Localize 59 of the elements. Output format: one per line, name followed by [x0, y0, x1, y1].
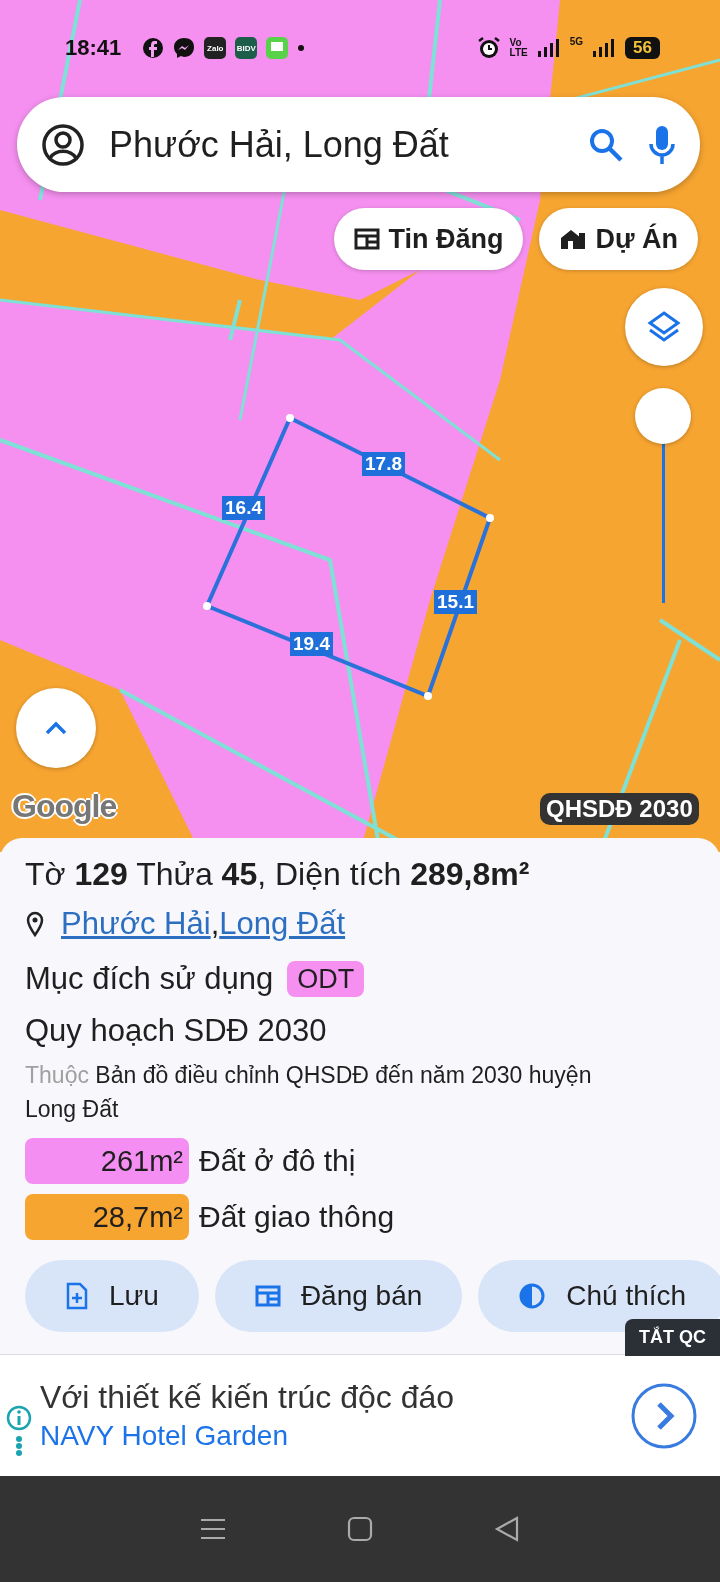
comma-separator: , — [210, 905, 220, 943]
more-icon[interactable] — [15, 1434, 23, 1457]
signal-icon — [536, 37, 561, 59]
zalo-app-icon: Zalo — [204, 37, 227, 59]
filter-chip[interactable]: Dự Án — [539, 208, 698, 270]
area-swatch: 28,7m² — [25, 1194, 189, 1240]
home-icon[interactable] — [347, 1516, 373, 1542]
network-label: 5G — [569, 36, 584, 47]
edge-length-label: 19.4 — [290, 632, 333, 656]
add-file-icon — [65, 1282, 89, 1310]
info-icon[interactable] — [6, 1404, 32, 1431]
microphone-icon[interactable] — [648, 123, 676, 166]
search-field[interactable]: Phước Hải, Long Đất — [109, 123, 564, 166]
bank-app-icon: BIDV — [235, 37, 258, 59]
advertiser-name[interactable]: NAVY Hotel Garden — [40, 1420, 622, 1452]
location-link[interactable]: Long Đất — [219, 896, 346, 952]
alarm-icon — [476, 36, 501, 60]
facebook-icon — [142, 37, 165, 59]
back-icon[interactable] — [493, 1516, 520, 1542]
opacity-slider[interactable] — [635, 388, 691, 603]
filter-chip[interactable]: Tin Đăng — [334, 208, 524, 270]
land-use-label: Đất ở đô thị — [199, 1144, 356, 1178]
search-icon[interactable] — [588, 126, 624, 163]
location-pin-icon — [25, 911, 45, 937]
notification-dot-icon — [297, 44, 306, 52]
land-use-code: ODT — [287, 961, 365, 997]
battery-level: 56 — [625, 37, 660, 59]
account-icon[interactable] — [41, 122, 85, 167]
layer-label: QHSDĐ 2030 — [540, 793, 699, 825]
edge-length-label: 15.1 — [434, 590, 477, 614]
volte-label: Vo — [509, 38, 523, 48]
ad-headline: Với thiết kế kiến trúc độc đáo — [40, 1379, 456, 1416]
source-note: Thuộc Bản đồ điều chỉnh QHSDĐ đến năm 2030 huyện Long Đất — [25, 1061, 593, 1124]
table-icon — [354, 227, 381, 251]
purpose-label: Mục đích sử dụng — [25, 960, 274, 998]
action-button[interactable]: Đăng bán — [214, 1260, 463, 1332]
location-link[interactable]: Phước Hải — [61, 896, 211, 952]
clock-time: 18:41 — [65, 35, 122, 61]
messenger-icon — [173, 37, 196, 59]
parcel-title: Tờ 129 Thửa 45, Diện tích 289,8m² — [25, 855, 531, 894]
signal-icon — [592, 37, 617, 59]
close-ad-button[interactable]: TẮT QC — [625, 1319, 720, 1356]
edge-length-label: 17.8 — [362, 452, 405, 476]
lte-label: LTE — [509, 48, 528, 58]
chat-app-icon — [266, 37, 289, 59]
menu-icon[interactable] — [200, 1517, 227, 1541]
map-attribution: Google — [12, 788, 117, 825]
plan-title: Quy hoạch SDĐ 2030 — [25, 1012, 328, 1050]
table-icon — [254, 1284, 281, 1308]
edge-length-label: 16.4 — [222, 496, 265, 520]
chevron-right-icon[interactable] — [630, 1381, 698, 1450]
action-button[interactable]: Lưu — [25, 1260, 199, 1332]
area-swatch: 261m² — [25, 1138, 189, 1184]
contrast-icon — [518, 1282, 547, 1310]
layers-icon — [647, 310, 681, 344]
search-field[interactable]: Phước Hải, Long Đất — [17, 97, 700, 192]
land-use-label: Đất giao thông — [199, 1200, 395, 1234]
chevron-up-icon — [45, 721, 67, 735]
house-icon — [559, 227, 588, 251]
